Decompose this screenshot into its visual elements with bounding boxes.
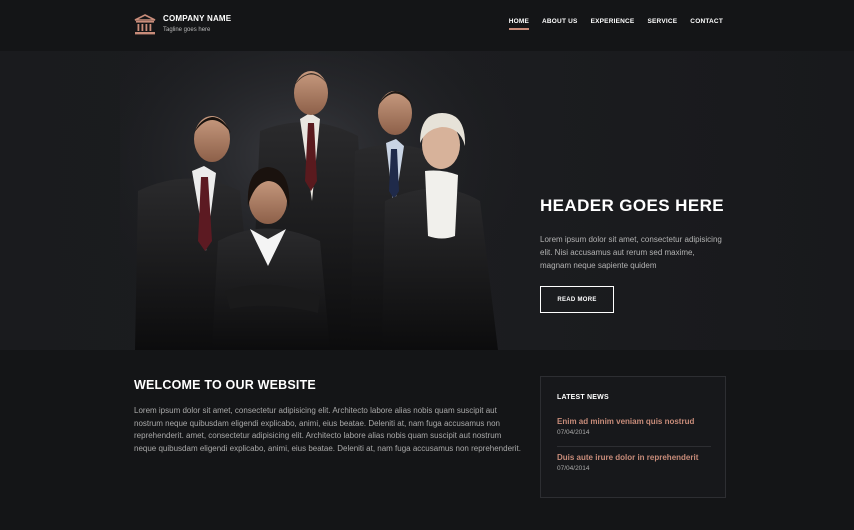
latest-news-panel: LATEST NEWS Enim ad minim veniam quis no… xyxy=(540,376,726,498)
hero-title: HEADER GOES HERE xyxy=(540,196,724,215)
hero-section: HEADER GOES HERE Lorem ipsum dolor sit a… xyxy=(0,51,854,350)
brand-logo[interactable]: COMPANY NAME Tagline goes here xyxy=(134,14,231,36)
news-headline-link[interactable]: Duis aute irure dolor in reprehenderit xyxy=(557,453,711,462)
news-item: Enim ad minim veniam quis nostrud 07/04/… xyxy=(557,417,711,436)
read-more-button[interactable]: READ MORE xyxy=(540,286,614,313)
hero-description: Lorem ipsum dolor sit amet, consectetur … xyxy=(540,235,722,270)
nav-experience[interactable]: EXPERIENCE xyxy=(591,18,635,30)
nav-service[interactable]: SERVICE xyxy=(647,18,677,30)
nav-about-us[interactable]: ABOUT US xyxy=(542,18,578,30)
nav-contact[interactable]: CONTACT xyxy=(690,18,723,30)
news-date: 07/04/2014 xyxy=(557,429,590,436)
nav-home[interactable]: HOME xyxy=(508,18,530,30)
top-bar: COMPANY NAME Tagline goes here HOME ABOU… xyxy=(0,0,854,51)
latest-news-title: LATEST NEWS xyxy=(557,394,609,401)
news-headline-link[interactable]: Enim ad minim veniam quis nostrud xyxy=(557,417,711,426)
building-columns-icon xyxy=(134,14,156,35)
news-date: 07/04/2014 xyxy=(557,465,590,472)
news-divider xyxy=(557,446,711,447)
welcome-title: WELCOME TO OUR WEBSITE xyxy=(134,378,316,392)
main-nav: HOME ABOUT US EXPERIENCE SERVICE CONTACT xyxy=(496,18,723,30)
welcome-text: Lorem ipsum dolor sit amet, consectetur … xyxy=(134,406,521,453)
company-name: COMPANY NAME xyxy=(163,14,232,23)
news-item: Duis aute irure dolor in reprehenderit 0… xyxy=(557,453,711,472)
company-tagline: Tagline goes here xyxy=(163,27,211,33)
team-photo xyxy=(120,51,520,350)
